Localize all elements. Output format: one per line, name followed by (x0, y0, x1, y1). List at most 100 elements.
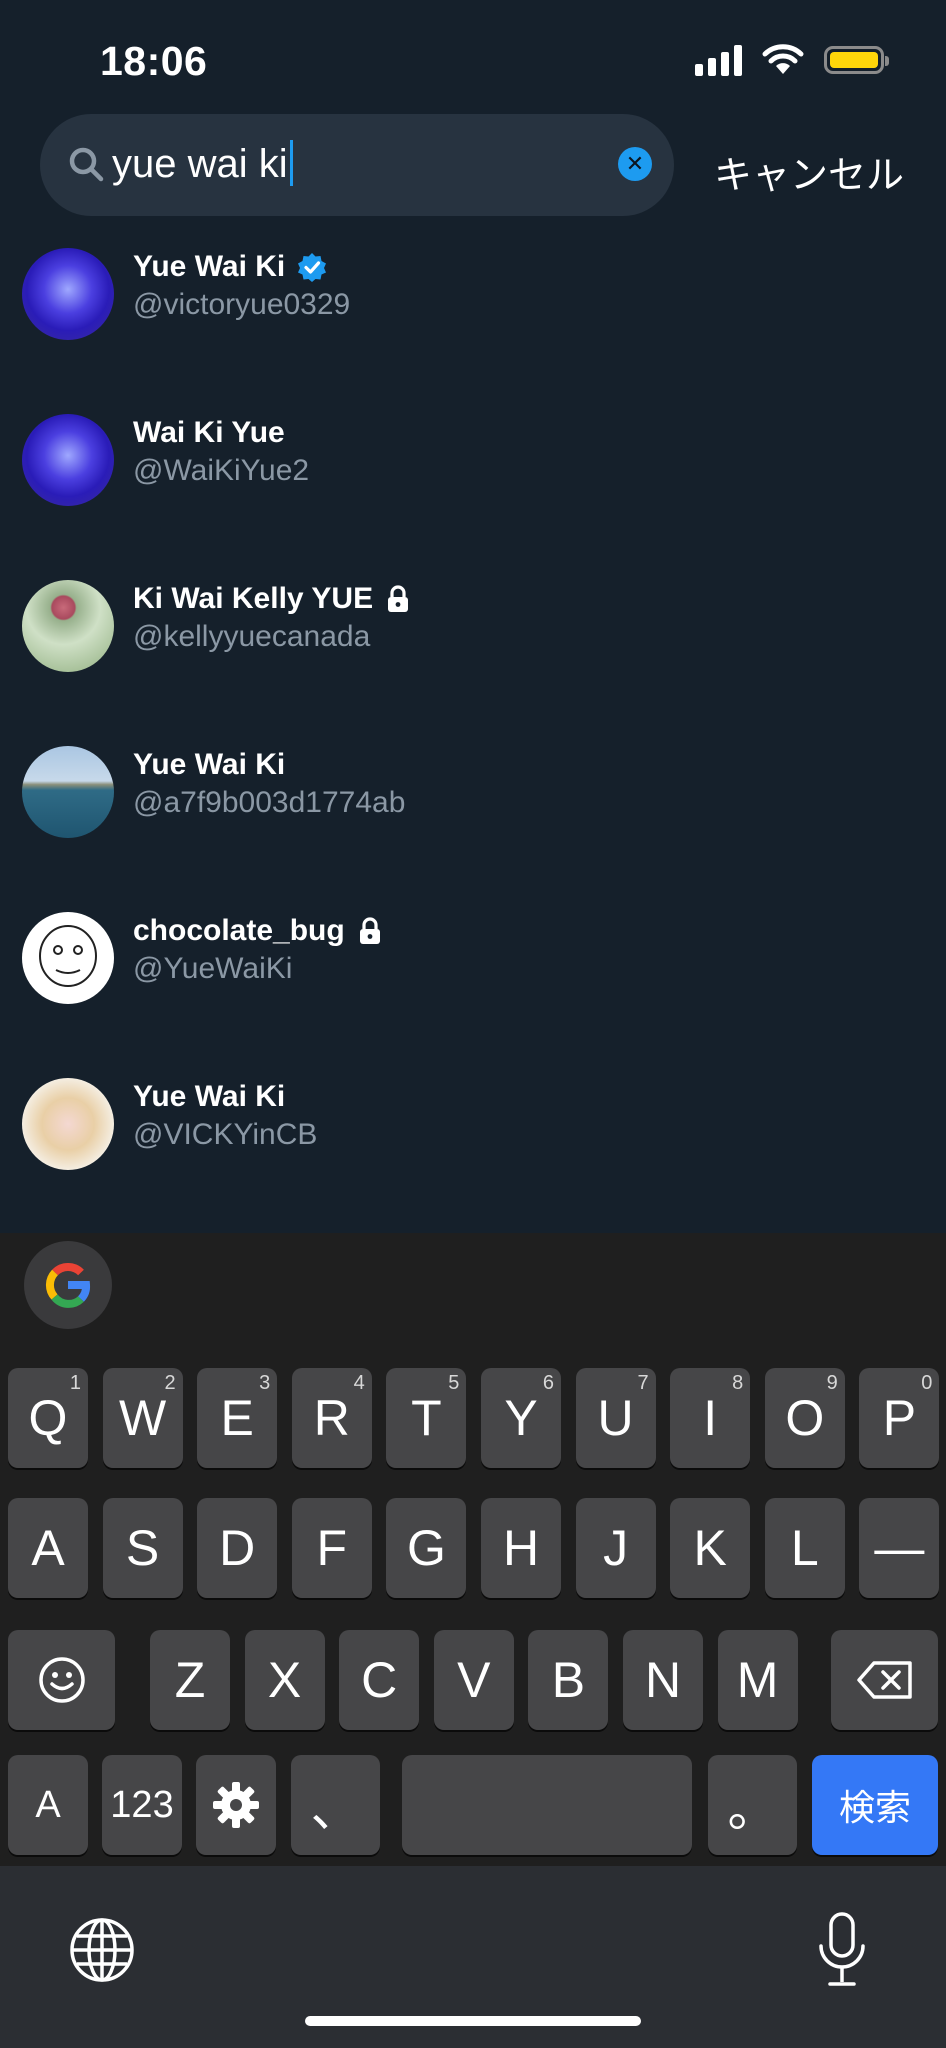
key-h[interactable]: H (481, 1498, 561, 1598)
avatar (22, 580, 114, 672)
user-handle: @victoryue0329 (133, 288, 351, 321)
key-n[interactable]: N (623, 1630, 703, 1730)
list-item[interactable]: Yue Wai Ki @VICKYinCB (0, 1056, 946, 1222)
keyboard-bottom-bar (0, 1866, 946, 2048)
key-hint: 8 (732, 1372, 744, 1394)
clear-search-button[interactable]: ✕ (618, 147, 652, 181)
home-indicator (305, 2016, 641, 2026)
key-z[interactable]: Z (150, 1630, 230, 1730)
close-icon: ✕ (625, 151, 645, 176)
key-label: T (411, 1390, 442, 1446)
google-button[interactable] (24, 1241, 112, 1329)
microphone-icon[interactable] (812, 1910, 872, 1990)
key-label: R (313, 1390, 350, 1446)
period-key[interactable]: 。 (708, 1755, 797, 1855)
search-icon (69, 147, 104, 182)
search-results-list: Yue Wai Ki @victoryue0329 Wai Ki Yue @Wa… (0, 226, 946, 1222)
lock-icon (359, 917, 380, 944)
key-y[interactable]: Y6 (481, 1368, 561, 1468)
key-hint: 7 (637, 1372, 649, 1394)
avatar (22, 1078, 114, 1170)
user-handle: @VICKYinCB (133, 1118, 318, 1151)
dash-key[interactable]: — (859, 1498, 940, 1598)
key-label: B (551, 1652, 586, 1708)
key-g[interactable]: G (386, 1498, 467, 1598)
key-s[interactable]: S (102, 1498, 183, 1598)
key-hint: 3 (259, 1372, 271, 1394)
key-hint: 9 (826, 1372, 838, 1394)
search-key[interactable]: 検索 (812, 1755, 938, 1855)
key-hint: 1 (69, 1372, 81, 1394)
user-name: Yue Wai Ki (133, 1080, 286, 1113)
user-handle: @YueWaiKi (133, 952, 293, 985)
key-label: O (785, 1390, 825, 1446)
cancel-button[interactable]: キャンセル (714, 144, 904, 199)
key-i[interactable]: I8 (670, 1368, 751, 1468)
key-label: E (220, 1390, 254, 1446)
list-item[interactable]: Ki Wai Kelly YUE @kellyyuecanada (0, 558, 946, 724)
key-x[interactable]: X (244, 1630, 325, 1730)
backspace-icon (856, 1661, 912, 1699)
key-b[interactable]: B (528, 1630, 609, 1730)
battery-icon (824, 46, 889, 74)
key-hint: 0 (921, 1372, 933, 1394)
key-m[interactable]: M (717, 1630, 798, 1730)
forever-alone-face-icon (39, 925, 97, 987)
key-q[interactable]: Q1 (8, 1368, 88, 1468)
key-f[interactable]: F (291, 1498, 372, 1598)
key-p[interactable]: P0 (859, 1368, 940, 1468)
key-v[interactable]: V (433, 1630, 514, 1730)
numbers-key[interactable]: 123 (102, 1755, 182, 1855)
status-time: 18:06 (100, 38, 208, 84)
key-l[interactable]: L (764, 1498, 845, 1598)
user-name: Yue Wai Ki (133, 748, 286, 781)
key-j[interactable]: J (575, 1498, 656, 1598)
key-o[interactable]: O9 (764, 1368, 845, 1468)
verified-icon (298, 253, 327, 282)
settings-key[interactable] (196, 1755, 276, 1855)
status-bar: 18:06 (0, 0, 946, 110)
avatar (22, 912, 114, 1004)
user-handle: @a7f9b003d1774ab (133, 786, 406, 819)
emoji-key[interactable] (8, 1630, 115, 1730)
key-label: I (703, 1390, 718, 1446)
status-icons (695, 44, 889, 76)
globe-icon[interactable] (68, 1916, 136, 1984)
key-r[interactable]: R4 (291, 1368, 372, 1468)
list-item[interactable]: Yue Wai Ki @victoryue0329 (0, 226, 946, 392)
wifi-icon (762, 44, 804, 74)
key-hint: 6 (542, 1372, 554, 1394)
key-label: N (644, 1652, 682, 1708)
key-k[interactable]: K (670, 1498, 751, 1598)
key-c[interactable]: C (339, 1630, 420, 1730)
key-label: S (125, 1520, 160, 1576)
key-label: F (316, 1520, 348, 1576)
avatar (22, 746, 114, 838)
key-label: U (597, 1390, 634, 1446)
search-query: yue wai ki (112, 142, 288, 186)
comma-key[interactable]: 、 (291, 1755, 380, 1855)
key-label: C (361, 1652, 398, 1708)
key-u[interactable]: U7 (575, 1368, 656, 1468)
key-label: Q (28, 1390, 68, 1446)
key-label: H (502, 1520, 540, 1576)
space-key[interactable] (402, 1755, 692, 1855)
delete-key[interactable] (831, 1630, 938, 1730)
key-label: D (219, 1520, 256, 1576)
user-name: Ki Wai Kelly YUE (133, 582, 374, 615)
avatar (22, 414, 114, 506)
key-e[interactable]: E3 (197, 1368, 278, 1468)
list-item[interactable]: chocolate_bug @YueWaiKi (0, 890, 946, 1056)
key-label: M (736, 1652, 779, 1708)
key-w[interactable]: W2 (102, 1368, 183, 1468)
key-d[interactable]: D (197, 1498, 278, 1598)
abc-key[interactable]: A (8, 1755, 88, 1855)
key-a[interactable]: A (8, 1498, 88, 1598)
key-label: L (790, 1520, 819, 1576)
search-input[interactable]: yue wai ki ✕ (40, 114, 674, 216)
key-t[interactable]: T5 (386, 1368, 467, 1468)
gear-icon (213, 1782, 259, 1828)
google-icon (45, 1262, 91, 1308)
list-item[interactable]: Wai Ki Yue @WaiKiYue2 (0, 392, 946, 558)
list-item[interactable]: Yue Wai Ki @a7f9b003d1774ab (0, 724, 946, 890)
